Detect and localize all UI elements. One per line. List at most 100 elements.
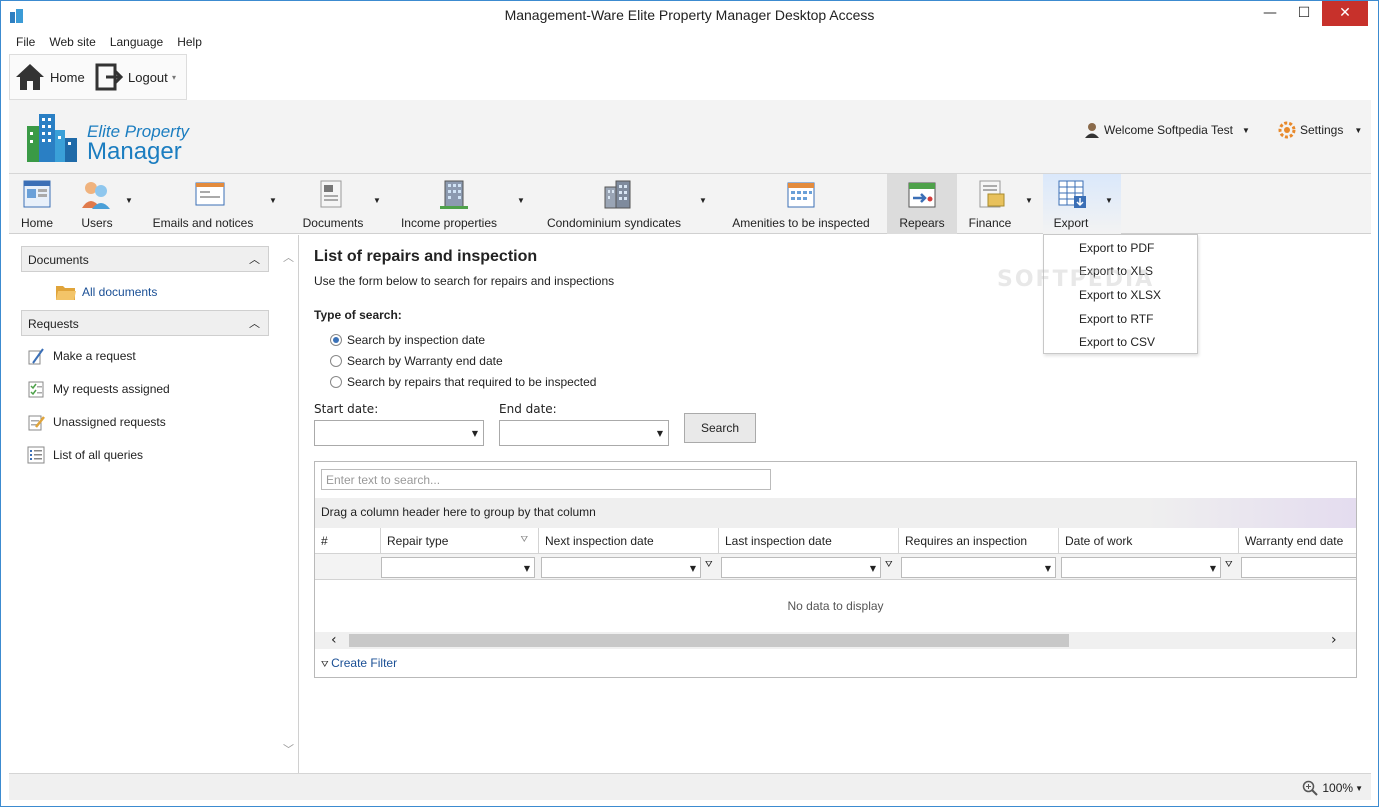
radio-repairs-inspected[interactable]: Search by repairs that required to be in… [330, 375, 596, 389]
checklist-icon [28, 381, 44, 398]
user-menu[interactable]: Welcome Softpedia Test ▼ [1083, 121, 1250, 139]
horizontal-scrollbar[interactable]: ‹ › [315, 632, 1356, 649]
filter-date-of-work[interactable]: ▼ [1061, 557, 1221, 578]
col-label: Repair type [387, 534, 449, 548]
logout-button[interactable]: Logout [94, 61, 168, 93]
users-dropdown-arrow[interactable]: ▼ [125, 196, 133, 205]
filter-icon[interactable]: ⛛ [885, 560, 893, 570]
welcome-text: Welcome Softpedia Test [1104, 123, 1233, 137]
documents-dropdown-arrow[interactable]: ▼ [373, 196, 381, 205]
requests-header-label: Requests [28, 317, 79, 331]
page-title: List of repairs and inspection [314, 248, 538, 265]
ribbon-amenities[interactable]: Amenities to be inspected [723, 174, 879, 234]
documents-section-header[interactable]: Documents ︿ [21, 246, 269, 272]
collapse-icon[interactable]: ︿ [249, 251, 260, 267]
chevron-down-icon: ▼ [523, 564, 530, 573]
menu-item-export-rtf[interactable]: Export to RTF [1079, 312, 1153, 326]
zoom-level: 100% [1322, 781, 1354, 795]
export-dropdown-arrow[interactable]: ▼ [1105, 196, 1113, 205]
ribbon-export-label: Export [1053, 216, 1089, 230]
settings-label: Settings [1300, 123, 1344, 137]
scroll-up-icon[interactable]: ︿ [283, 249, 294, 265]
radio-dot[interactable] [330, 355, 342, 367]
chevron-down-icon: ▼ [1354, 125, 1363, 135]
filter-next-inspection[interactable]: ▼ [541, 557, 701, 578]
end-date-picker[interactable]: ▼ [499, 420, 669, 446]
sidebar-item-all-documents[interactable]: All documents [55, 282, 157, 302]
filter-icon[interactable]: ⛛ [1225, 560, 1233, 570]
menu-item-export-pdf[interactable]: Export to PDF [1079, 241, 1154, 255]
home-page-icon [23, 180, 51, 208]
scroll-down-icon[interactable]: ﹀ [283, 741, 294, 757]
settings-menu[interactable]: Settings ▼ [1278, 121, 1362, 139]
ribbon-finance[interactable]: ▼ Finance [961, 174, 1037, 234]
radio-dot[interactable] [330, 334, 342, 346]
chevron-down-icon: ▼ [1044, 564, 1051, 573]
filter-repair-type[interactable]: ▼ [381, 557, 535, 578]
col-header-warranty-end[interactable]: Warranty end date [1239, 528, 1356, 554]
radio-inspection-date[interactable]: Search by inspection date [330, 333, 485, 347]
condo-dropdown-arrow[interactable]: ▼ [699, 196, 707, 205]
ribbon-export[interactable]: ▼ Export [1043, 174, 1121, 234]
ribbon-users[interactable]: ▼ Users [69, 174, 135, 234]
maximize-button[interactable]: ☐ [1287, 1, 1321, 26]
menu-file[interactable]: File [9, 33, 42, 51]
chevron-right-icon[interactable]: › [1331, 632, 1337, 648]
requests-section-header[interactable]: Requests ︿ [21, 310, 269, 336]
ribbon-documents[interactable]: ▼ Documents [295, 174, 381, 234]
start-date-label: Start date: [314, 402, 379, 416]
sidebar-item-my-requests[interactable]: My requests assigned [27, 380, 170, 398]
ribbon-emails-label: Emails and notices [152, 216, 254, 230]
filter-last-inspection[interactable]: ▼ [721, 557, 881, 578]
finance-dropdown-arrow[interactable]: ▼ [1025, 196, 1033, 205]
sidebar-item-unassigned[interactable]: Unassigned requests [27, 413, 166, 431]
chevron-down-icon: ▼ [656, 429, 663, 438]
col-header-number[interactable]: # [315, 528, 381, 554]
ribbon-income-properties[interactable]: ▼ Income properties [393, 174, 527, 234]
no-data-message: No data to display [787, 599, 884, 613]
radio-label: Search by Warranty end date [347, 354, 503, 368]
menu-website[interactable]: Web site [42, 33, 102, 51]
grid-search-input[interactable]: Enter text to search... [321, 469, 771, 490]
filter-icon[interactable]: ⛛ [520, 534, 528, 545]
status-bar: 100% ▼ [9, 773, 1371, 800]
filter-icon[interactable]: ⛛ [705, 560, 713, 570]
toolbar-overflow-arrow[interactable]: ▾ [172, 73, 176, 82]
menu-language[interactable]: Language [103, 33, 170, 51]
chevron-left-icon[interactable]: ‹ [331, 632, 337, 648]
menu-item-export-csv[interactable]: Export to CSV [1079, 335, 1155, 349]
search-button[interactable]: Search [684, 413, 756, 443]
ribbon-emails[interactable]: ▼ Emails and notices [149, 174, 283, 234]
window-title: Management-Ware Elite Property Manager D… [504, 7, 875, 23]
radio-dot[interactable] [330, 376, 342, 388]
start-date-picker[interactable]: ▼ [314, 420, 484, 446]
radio-warranty-end-date[interactable]: Search by Warranty end date [330, 354, 503, 368]
house-icon [16, 64, 44, 90]
sidebar-item-all-queries[interactable]: List of all queries [27, 446, 143, 464]
zoom-control[interactable]: 100% ▼ [1302, 780, 1363, 796]
collapse-icon[interactable]: ︿ [249, 315, 260, 331]
sidebar-item-make-request[interactable]: Make a request [27, 347, 136, 365]
col-header-requires-inspection[interactable]: Requires an inspection [899, 528, 1059, 554]
close-button[interactable]: ✕ [1322, 1, 1368, 26]
income-dropdown-arrow[interactable]: ▼ [517, 196, 525, 205]
col-header-next-inspection[interactable]: Next inspection date [539, 528, 719, 554]
chevron-down-icon: ▼ [869, 564, 876, 573]
col-header-date-of-work[interactable]: Date of work [1059, 528, 1239, 554]
emails-dropdown-arrow[interactable]: ▼ [269, 196, 277, 205]
menu-help[interactable]: Help [170, 33, 209, 51]
col-header-repair-type[interactable]: Repair type ⛛ [381, 528, 539, 554]
ribbon-condominium[interactable]: ▼ Condominium syndicates [539, 174, 709, 234]
document-icon [320, 180, 342, 208]
ribbon-home[interactable]: Home [9, 174, 65, 234]
create-filter-label: Create Filter [331, 656, 398, 670]
ribbon-finance-label: Finance [968, 216, 1012, 230]
scroll-thumb[interactable] [349, 634, 1069, 647]
filter-warranty-end[interactable] [1241, 557, 1356, 578]
home-button[interactable]: Home [14, 61, 85, 93]
filter-requires-inspection[interactable]: ▼ [901, 557, 1056, 578]
ribbon-repears[interactable]: Repears [887, 174, 957, 234]
minimize-button[interactable]: — [1253, 1, 1287, 26]
col-header-last-inspection[interactable]: Last inspection date [719, 528, 899, 554]
create-filter-link[interactable]: ⛛ Create Filter [321, 656, 397, 670]
